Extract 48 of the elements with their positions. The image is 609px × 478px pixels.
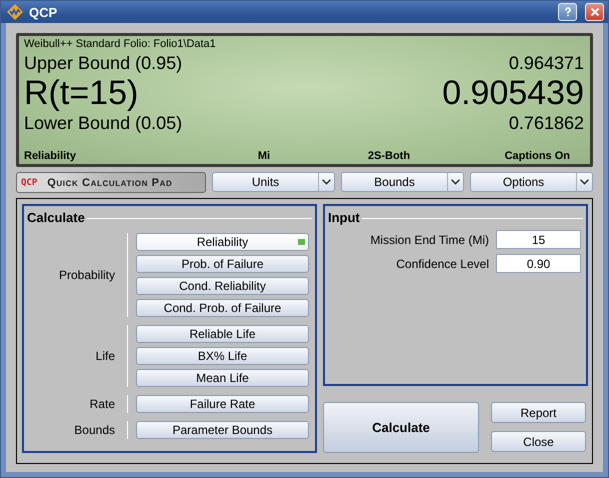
- calculate-button[interactable]: Calculate: [323, 402, 479, 453]
- status-text: Captions On: [504, 150, 571, 164]
- close-icon: [590, 7, 600, 17]
- question-mark-icon: [562, 7, 572, 17]
- input-field[interactable]: 0.90: [496, 254, 581, 273]
- input-field[interactable]: 15: [496, 230, 581, 249]
- window-title: QCP: [29, 4, 58, 20]
- calculation-button[interactable]: Reliability: [136, 233, 309, 251]
- calculation-button[interactable]: Parameter Bounds: [136, 421, 309, 439]
- caret-icon: [576, 173, 592, 191]
- status-text: Reliability: [24, 150, 77, 164]
- group-title: Input: [328, 210, 360, 225]
- category-label: Rate: [88, 397, 116, 411]
- status-text: Mi: [256, 150, 272, 164]
- status-text: 2S-Both: [366, 150, 412, 164]
- field-label: Confidence Level: [396, 256, 489, 270]
- calculation-button[interactable]: BX% Life: [136, 347, 309, 365]
- caret-icon: [318, 173, 334, 191]
- result-value: 0.905439: [442, 74, 584, 112]
- close-button[interactable]: [585, 3, 604, 21]
- calculation-button[interactable]: Reliable Life: [136, 325, 309, 343]
- result-label: R(t=15): [24, 74, 138, 112]
- calculation-button[interactable]: Prob. of Failure: [136, 255, 309, 273]
- field-label: Mission End Time (Mi): [370, 232, 489, 246]
- upper-bound-value: 0.964371: [508, 52, 584, 74]
- lower-bound-value: 0.761862: [508, 112, 584, 134]
- group-title: Calculate: [27, 210, 85, 225]
- lower-bound-label: Lower Bound (0.05): [24, 112, 182, 134]
- caret-icon: [447, 173, 463, 191]
- action-button[interactable]: Report: [491, 402, 586, 423]
- calculation-button[interactable]: Cond. Reliability: [136, 277, 309, 295]
- calculation-button[interactable]: Failure Rate: [136, 395, 309, 413]
- category-label: Life: [94, 349, 116, 363]
- calculation-button[interactable]: Cond. Prob. of Failure: [136, 299, 309, 317]
- banner-title: Quick Calculation Pad: [47, 176, 172, 188]
- dropdown-button[interactable]: Units: [212, 172, 335, 192]
- app-logo-icon: [7, 4, 23, 20]
- calculation-button[interactable]: Mean Life: [136, 369, 309, 387]
- help-button[interactable]: [558, 3, 577, 21]
- dropdown-button[interactable]: Options: [470, 172, 593, 192]
- category-label: Bounds: [73, 423, 116, 437]
- logo-text: QCP: [21, 178, 38, 188]
- dropdown-button[interactable]: Bounds: [341, 172, 464, 192]
- category-label: Probability: [58, 268, 116, 282]
- action-button[interactable]: Close: [491, 431, 586, 452]
- source-label: Weibull++ Standard Folio: Folio1\Data1: [24, 38, 217, 52]
- selected-indicator-icon: [298, 239, 305, 245]
- upper-bound-label: Upper Bound (0.95): [24, 52, 182, 74]
